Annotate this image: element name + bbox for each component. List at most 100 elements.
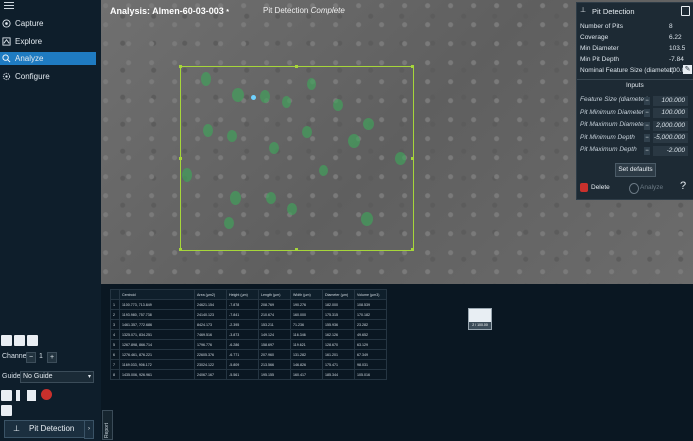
roi-handle[interactable]: [411, 248, 414, 251]
table-cell: -7.878: [226, 299, 259, 310]
roi-handle[interactable]: [411, 157, 414, 160]
table-row[interactable]: 7 1169.033, 906.172 23024.122 -5.809 213.566…: [110, 359, 387, 370]
decrement-button[interactable]: −: [644, 134, 650, 142]
column-header[interactable]: Height (µm): [226, 289, 259, 300]
table-cell: -6.771: [226, 349, 259, 360]
table-row[interactable]: 1 1100.773, 713.849 24621.154 -7.878 208.769…: [110, 299, 387, 310]
input-label: Pit Minimum Diameter: [580, 109, 644, 116]
trash-icon[interactable]: [580, 183, 588, 192]
save-icon[interactable]: [1, 405, 12, 416]
table-cell: 210.674: [258, 309, 291, 320]
decrement-button[interactable]: −: [644, 97, 650, 105]
edit-icon[interactable]: ✎: [683, 65, 692, 74]
column-header[interactable]: [110, 289, 120, 300]
pit-min-depth-input[interactable]: -5,000.000: [653, 133, 688, 143]
roi-handle[interactable]: [179, 65, 182, 68]
pit-max-diameter-input[interactable]: 2,000.000: [653, 121, 688, 131]
thumbnail-image[interactable]: 2 / 100.00: [468, 308, 492, 330]
table-cell: 158.697: [258, 339, 291, 350]
table-cell: 7469.516: [194, 329, 227, 340]
roi-handle[interactable]: [411, 65, 414, 68]
table-row[interactable]: 4 1325.071, 834.251 7469.516 -3.873 149.124 1…: [110, 329, 387, 340]
pit-detection-icon: ⊥: [580, 7, 587, 14]
result-nominal-feature-size: Nominal Feature Size (diameter) 100.0: [580, 67, 686, 74]
column-header[interactable]: Volume (µm3): [354, 289, 387, 300]
chart-icon[interactable]: [1, 335, 12, 346]
pdf-icon[interactable]: [27, 335, 38, 346]
unlock-icon[interactable]: [681, 6, 690, 16]
table-row[interactable]: 3 1461.357, 772.686 8424.173 -2.395 153.211 7…: [110, 319, 387, 330]
result-coverage: Coverage 6.22: [580, 34, 682, 41]
marker-icon[interactable]: [16, 390, 20, 401]
chevron-down-icon: ▾: [87, 374, 91, 380]
pit-min-diameter-input[interactable]: 100.000: [653, 108, 688, 118]
pit-marker: [302, 126, 312, 138]
set-defaults-button[interactable]: Set defaults: [615, 163, 656, 177]
column-header[interactable]: Length (µm): [258, 289, 291, 300]
table-row[interactable]: 8 1435.006, 926.961 24067.167 -5.561 195.155…: [110, 369, 387, 380]
chevron-right-icon[interactable]: ›: [84, 420, 94, 439]
inputs-header: Inputs: [626, 82, 644, 89]
image-icon[interactable]: [14, 335, 25, 346]
table-cell: 67.349: [354, 349, 387, 360]
table-row[interactable]: 6 1276.461, 876.221 22605.376 -6.771 207.960…: [110, 349, 387, 360]
table-cell: 185.344: [322, 369, 355, 380]
table-cell: 190.276: [290, 299, 323, 310]
table-row[interactable]: 5 1267.898, 866.714 1796.776 -6.286 158.697 1…: [110, 339, 387, 350]
menu-icon[interactable]: [4, 2, 14, 10]
feature-size-input[interactable]: 100.000: [653, 96, 688, 106]
column-header[interactable]: Centroid: [119, 289, 195, 300]
nav-configure[interactable]: Configure: [0, 70, 96, 83]
decrement-button[interactable]: −: [644, 147, 650, 155]
nav-analyze[interactable]: Analyze: [0, 52, 96, 65]
clear-icon[interactable]: [41, 389, 52, 400]
table-cell: 213.566: [258, 359, 291, 370]
add-marker-icon[interactable]: [27, 390, 36, 401]
gear-icon: [2, 72, 11, 81]
result-min-diameter: Min Diameter 103.5: [580, 45, 686, 52]
roi-handle[interactable]: [295, 65, 298, 68]
input-label: Pit Maximum Diameter: [580, 121, 646, 128]
nav-explore[interactable]: Explore: [0, 35, 96, 48]
nav-capture[interactable]: Capture: [0, 17, 96, 30]
table-cell: 8424.173: [194, 319, 227, 330]
report-tab[interactable]: Report: [102, 410, 113, 440]
table-cell: -2.395: [226, 319, 259, 330]
region-of-interest[interactable]: [180, 66, 414, 251]
pit-marker: [203, 124, 213, 137]
pit-marker: [224, 217, 234, 229]
table-cell: 108.539: [354, 299, 387, 310]
pit-marker: [182, 168, 192, 182]
capture-icon: [2, 19, 11, 28]
table-cell: 1325.071, 834.251: [119, 329, 195, 340]
table-cell: 1461.357, 772.686: [119, 319, 195, 330]
pit-max-depth-input[interactable]: -2.000: [653, 146, 688, 156]
table-row[interactable]: 2 1193.980, 757.738 24140.123 -7.841 210.674…: [110, 309, 387, 320]
roi-handle[interactable]: [179, 248, 182, 251]
decrement-button[interactable]: −: [644, 109, 650, 117]
column-header[interactable]: Width (µm): [290, 289, 323, 300]
guide-select[interactable]: No Guide ▾: [20, 371, 94, 383]
roi-handle[interactable]: [295, 248, 298, 251]
table-cell: 1796.776: [194, 339, 227, 350]
column-header[interactable]: Diameter (µm): [322, 289, 355, 300]
table-cell: 1100.773, 713.849: [119, 299, 195, 310]
table-cell: 63.129: [354, 339, 387, 350]
zoom-icon[interactable]: [1, 390, 12, 401]
table-cell: -7.841: [226, 309, 259, 320]
pit-marker: [260, 90, 270, 103]
delete-button[interactable]: Delete: [591, 184, 610, 191]
pit-marker: [269, 142, 279, 154]
channel-decrement-button[interactable]: −: [26, 352, 36, 363]
channel-increment-button[interactable]: +: [47, 352, 57, 363]
status-value: Complete: [310, 6, 345, 15]
column-header[interactable]: Area (µm2): [194, 289, 227, 300]
decrement-button[interactable]: −: [644, 122, 650, 130]
channel-value: 1: [39, 353, 43, 360]
left-sidebar: Capture Explore Analyze Configure Channe…: [0, 0, 101, 441]
help-icon[interactable]: ?: [680, 180, 686, 192]
pit-detection-button[interactable]: ⊥ Pit Detection: [4, 420, 85, 438]
roi-handle[interactable]: [179, 157, 182, 160]
analyze-button[interactable]: Analyze: [640, 184, 663, 191]
table-cell: 1: [110, 299, 120, 310]
